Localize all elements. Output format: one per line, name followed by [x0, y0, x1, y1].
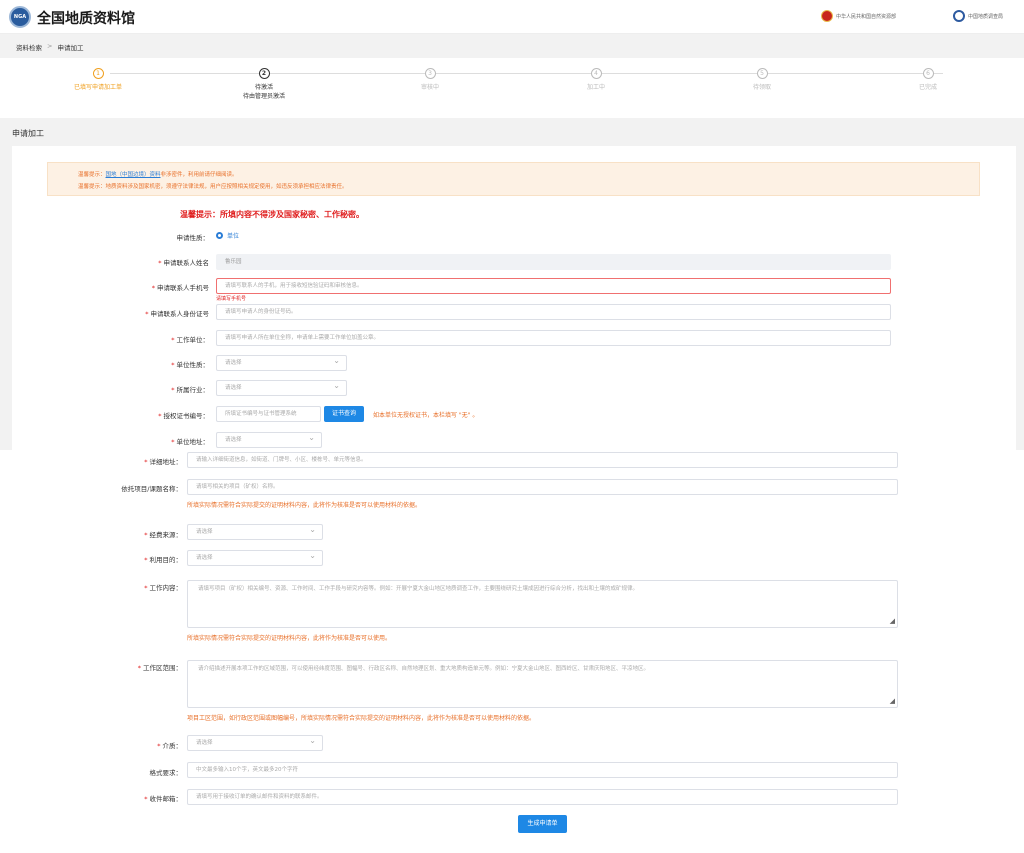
project-name-hint: 所填实际情况需符合实际提交的证明材料内容，此将作为核准是否可以使用材料的依据。: [187, 502, 422, 509]
contact-id-input[interactable]: 请填写申请人的身份证号码。: [216, 304, 891, 320]
breadcrumb-bar: 资料检索 > 申请加工: [0, 34, 1024, 58]
nga-logo[interactable]: NGA: [9, 6, 31, 28]
format-label: 格式要求：: [149, 769, 183, 777]
unit-nature-select[interactable]: 请选择: [216, 355, 347, 371]
contact-phone-label: * 申请联系人手机号: [151, 284, 209, 292]
work-content-textarea[interactable]: 请填写项目（矿权）相关编号、资源、工作时间、工作手段与研究内容等。例如：开展宁夏…: [187, 580, 898, 628]
contact-name-label: * 申请联系人姓名: [158, 259, 209, 267]
step-2-sublabel: 待由管理员激活: [242, 93, 285, 100]
mnr-link[interactable]: 中华人民共和国自然资源部: [821, 10, 896, 22]
secrecy-warning: 温馨提示：所填内容不得涉及国家秘密、工作秘密。: [180, 210, 364, 219]
resize-grip-icon[interactable]: ◢: [890, 697, 895, 706]
step-1: 1 已填写申请加工单: [43, 68, 153, 92]
site-title[interactable]: 全国地质资料馆: [37, 8, 135, 28]
medium-select[interactable]: 请选择: [187, 735, 323, 751]
right-gutter: [1016, 146, 1024, 450]
step-1-number: 1: [92, 68, 104, 79]
progress-steps: 1 已填写申请加工单 2 待激活 待由管理员激活 3 审核中 4 加工中 5 待…: [12, 58, 1016, 118]
section-title: 申请加工: [12, 129, 44, 138]
step-2-label: 待激活: [254, 84, 273, 91]
step-4: 4 加工中: [541, 68, 651, 92]
applicant-type-radio-unit[interactable]: 单位: [216, 231, 239, 240]
mnr-link-label: 中华人民共和国自然资源部: [836, 13, 897, 20]
notice-link[interactable]: 国地（中国边境）资料: [106, 172, 161, 178]
unit-address-select[interactable]: 请选择: [216, 432, 322, 448]
notice-suffix: 非涉密件，利用前请仔细阅读。: [160, 172, 238, 178]
step-5: 5 待领取: [707, 68, 817, 92]
certificate-label: * 授权证书编号：: [158, 412, 209, 420]
funding-source-select[interactable]: 请选择: [187, 524, 323, 540]
step-2-number: 2: [258, 68, 270, 79]
work-unit-input[interactable]: 请填写申请人所在单位全称，申请单上需要工作单位加盖公章。: [216, 330, 891, 346]
notice-line-2: 温馨提示：地质资料涉及国家机密，须遵守法律法规，用户应按照相关规定使用，如违反须…: [78, 184, 348, 190]
email-input[interactable]: 请填写用于接收订单的确认邮件和资料的联系邮件。: [187, 789, 898, 805]
project-name-input[interactable]: 请填写相关的项目（矿权）名称。: [187, 479, 898, 495]
work-unit-label: * 工作单位：: [171, 336, 209, 344]
work-area-label: * 工作区范围：: [137, 664, 182, 672]
funding-source-label: * 经费来源：: [144, 531, 182, 539]
step-5-number: 5: [756, 68, 768, 79]
contact-name-field[interactable]: 鲁乐园: [216, 254, 891, 270]
radio-dot-icon: [216, 232, 223, 239]
cgs-link[interactable]: 中国地质调查局: [953, 10, 1003, 22]
work-area-textarea[interactable]: 请介绍描述开展本项工作的区域范围，可以使用经纬度范围、图幅号、行政区名称、自然地…: [187, 660, 898, 708]
generate-application-button[interactable]: 生成申请单: [518, 815, 567, 833]
project-name-label: 依托项目/课题名称：: [121, 485, 182, 493]
unit-address-label: * 单位地址：: [171, 438, 209, 446]
work-area-placeholder: 请介绍描述开展本项工作的区域范围，可以使用经纬度范围、图幅号、行政区名称、自然地…: [198, 666, 650, 672]
step-6: 6 已完成: [873, 68, 983, 92]
left-gutter: [0, 146, 12, 450]
step-3-number: 3: [424, 68, 436, 79]
cgs-link-label: 中国地质调查局: [968, 13, 1004, 20]
steps-connector: [110, 73, 943, 74]
section-header-bar: [0, 118, 1024, 146]
breadcrumb-separator: >: [47, 42, 53, 50]
contact-phone-input[interactable]: 请填写联系人的手机，用于接收短信验证码和审核信息。: [216, 278, 891, 294]
certificate-hint: 如本单位无授权证书，本栏填写 "无" 。: [373, 412, 479, 419]
purpose-label: * 利用目的：: [144, 556, 182, 564]
step-6-label: 已完成: [918, 84, 937, 91]
contact-id-label: * 申请联系人身份证号: [145, 310, 209, 318]
work-content-label: * 工作内容：: [144, 584, 182, 592]
detail-address-input[interactable]: 请输入详细街道信息，如街道、门牌号、小区、楼栋号、单元等信息。: [187, 452, 898, 468]
step-6-number: 6: [922, 68, 934, 79]
breadcrumb-item-current: 申请加工: [57, 44, 84, 52]
work-content-placeholder: 请填写项目（矿权）相关编号、资源、工作时间、工作手段与研究内容等。例如：开展宁夏…: [198, 586, 639, 592]
certificate-input[interactable]: 所填证书编号与证书管理系统: [216, 406, 321, 422]
email-label: * 收件邮箱：: [144, 795, 182, 803]
detail-address-label: * 详细地址：: [144, 458, 182, 466]
work-area-hint: 项目工区范围，如行政区范围或图幅编号，所填实际情况需符合实际提交的证明材料内容，…: [187, 715, 536, 722]
contact-phone-error: 请填写手机号: [216, 296, 247, 302]
applicant-type-label: 申请性质：: [176, 234, 210, 242]
breadcrumb: 资料检索 > 申请加工: [16, 42, 83, 52]
step-4-label: 加工中: [586, 84, 605, 91]
step-1-label: 已填写申请加工单: [73, 84, 122, 91]
step-3-label: 审核中: [420, 84, 439, 91]
work-content-hint: 所填实际情况需符合实际提交的证明材料内容，此将作为核准是否可以使用。: [187, 635, 392, 642]
site-header: NGA 全国地质资料馆 中华人民共和国自然资源部 中国地质调查局: [0, 0, 1024, 34]
resize-grip-icon[interactable]: ◢: [890, 617, 895, 626]
step-4-number: 4: [590, 68, 602, 79]
breadcrumb-item-search[interactable]: 资料检索: [16, 42, 42, 52]
step-3: 3 审核中: [375, 68, 485, 92]
step-5-label: 待领取: [752, 84, 771, 91]
radio-label: 单位: [227, 233, 240, 240]
format-input[interactable]: 中文最多输入10个字，英文最多20个字符: [187, 762, 898, 778]
notice-prefix: 温馨提示：: [78, 172, 106, 178]
certificate-query-button[interactable]: 证书查询: [324, 406, 364, 422]
industry-label: * 所属行业：: [171, 386, 209, 394]
cgs-emblem-icon: [953, 10, 965, 22]
national-emblem-icon: [821, 10, 833, 22]
notice-line-1: 温馨提示：国地（中国边境）资料非涉密件，利用前请仔细阅读。: [78, 169, 949, 181]
medium-label: * 介质：: [157, 742, 182, 750]
unit-nature-label: * 单位性质：: [171, 361, 209, 369]
purpose-select[interactable]: 请选择: [187, 550, 323, 566]
industry-select[interactable]: 请选择: [216, 380, 347, 396]
notice-box: 温馨提示：国地（中国边境）资料非涉密件，利用前请仔细阅读。 温馨提示：地质资料涉…: [47, 162, 980, 196]
